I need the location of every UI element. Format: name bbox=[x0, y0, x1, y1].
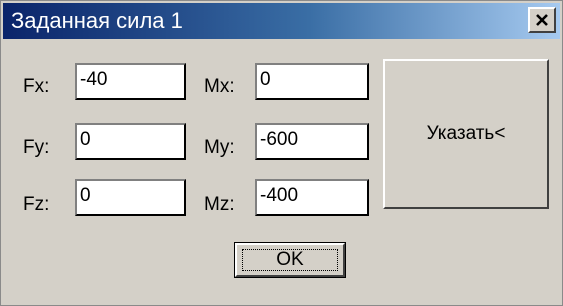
mx-input[interactable]: 0 bbox=[255, 63, 369, 100]
ok-button-label: OK bbox=[276, 249, 304, 270]
mx-label: Mx: bbox=[204, 76, 235, 97]
fy-input[interactable]: 0 bbox=[75, 123, 186, 160]
fz-label: Fz: bbox=[23, 194, 50, 215]
ok-button[interactable]: OK bbox=[234, 242, 346, 278]
close-button[interactable] bbox=[528, 7, 556, 33]
fx-label: Fx: bbox=[23, 76, 50, 97]
window-title: Заданная сила 1 bbox=[11, 8, 183, 33]
indicate-button-label: Указать< bbox=[426, 123, 506, 144]
mz-label: Mz: bbox=[204, 194, 235, 215]
indicate-button[interactable]: Указать< bbox=[383, 59, 549, 209]
fx-input[interactable]: -40 bbox=[75, 63, 186, 100]
my-label: My: bbox=[204, 137, 235, 158]
fz-input[interactable]: 0 bbox=[75, 179, 186, 216]
mz-input[interactable]: -400 bbox=[255, 179, 369, 216]
force-dialog: Заданная сила 1 Fx: -40 Fy: 0 Fz: 0 Mx: … bbox=[0, 0, 563, 306]
my-input[interactable]: -600 bbox=[255, 123, 369, 160]
close-icon bbox=[536, 14, 548, 26]
ok-button-face: OK bbox=[235, 243, 345, 277]
fy-label: Fy: bbox=[23, 137, 50, 158]
title-bar[interactable]: Заданная сила 1 bbox=[3, 3, 560, 39]
